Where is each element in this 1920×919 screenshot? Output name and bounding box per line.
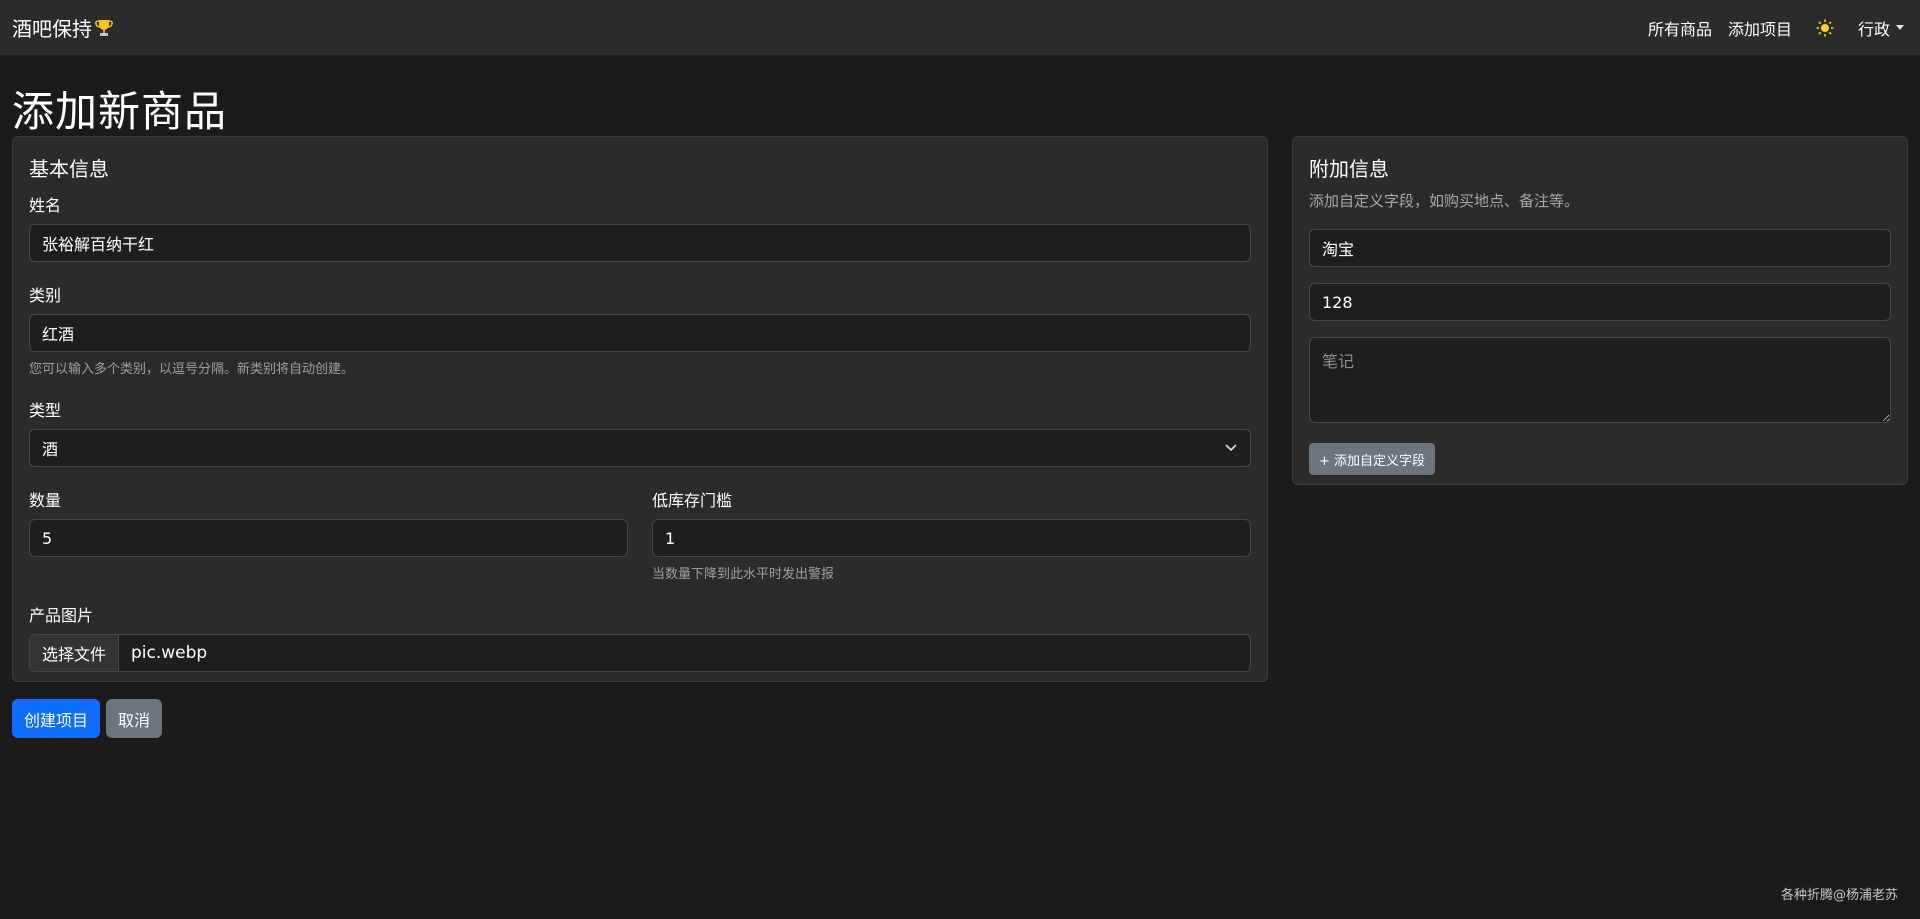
low-stock-input[interactable]: 1 [652,519,1251,557]
caret-down-icon [1896,25,1904,30]
custom-field-2-input[interactable]: 128 [1309,283,1891,321]
chevron-down-icon [1225,444,1237,452]
nav-right: 所有商品 添加项目 行政 [1648,16,1908,40]
quantity-label: 数量 [29,491,62,510]
basic-info-title: 基本信息 [29,157,109,181]
extra-info-card: 附加信息 添加自定义字段，如购买地点、备注等。 淘宝 128 + 添加自定义字段 [1292,136,1908,485]
brand[interactable]: 酒吧保持 [12,13,114,42]
trophy-icon [95,19,113,36]
nav-link-add-item[interactable]: 添加项目 [1728,16,1792,40]
type-select-value[interactable]: 酒 [29,429,1251,467]
choose-file-button[interactable]: 选择文件 [30,635,120,671]
type-label: 类型 [29,401,62,420]
custom-field-1-input[interactable]: 淘宝 [1309,229,1891,267]
image-label: 产品图片 [29,606,94,625]
add-custom-field-button[interactable]: + 添加自定义字段 [1309,443,1436,475]
user-menu[interactable]: 行政 [1858,16,1904,40]
category-input[interactable]: 红酒 [29,314,1251,352]
low-stock-help: 当数量下降到此水平时发出警报 [652,567,835,582]
name-input[interactable]: 张裕解百纳干红 [29,224,1251,262]
extra-info-subtitle: 添加自定义字段，如购买地点、备注等。 [1309,192,1580,210]
file-input[interactable]: 选择文件 pic.webp [29,634,1251,672]
file-name: pic.webp [131,643,208,663]
name-label: 姓名 [29,196,62,215]
nav-link-all-items[interactable]: 所有商品 [1648,16,1712,40]
extra-info-title: 附加信息 [1309,157,1389,181]
notes-textarea[interactable] [1309,337,1891,423]
create-item-button[interactable]: 创建项目 [12,699,101,738]
low-stock-label: 低库存门槛 [652,491,733,510]
page-title: 添加新商品 [12,87,228,136]
cancel-button[interactable]: 取消 [106,699,163,738]
category-help: 您可以输入多个类别，以逗号分隔。新类别将自动创建。 [29,362,355,377]
category-label: 类别 [29,286,62,305]
brand-name: 酒吧保持 [12,17,92,41]
footer-credit: 各种折腾@杨浦老苏 [1780,888,1898,903]
form-actions: 创建项目 取消 [12,699,163,738]
type-select[interactable]: 酒 [29,429,1251,467]
basic-info-card: 基本信息 姓名 张裕解百纳干红 类别 红酒 您可以输入多个类别，以逗号分隔。新类… [12,136,1268,682]
navbar: 酒吧保持 所有商品 添加项目 行政 [0,0,1920,56]
theme-toggle-icon[interactable] [1816,19,1834,37]
user-name: 行政 [1857,19,1890,39]
quantity-input[interactable]: 5 [29,519,628,557]
